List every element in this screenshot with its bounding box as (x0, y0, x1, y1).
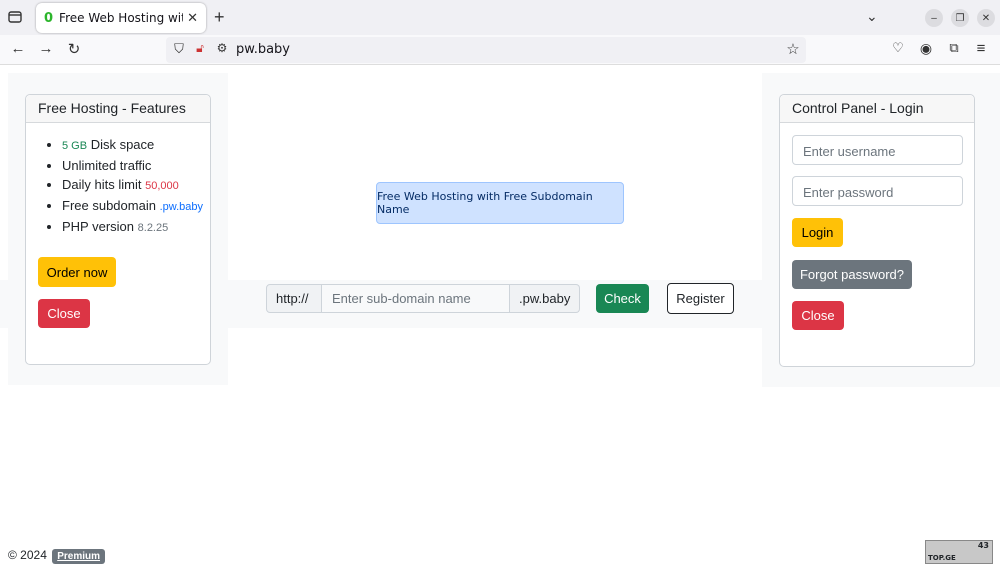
features-close-button[interactable]: Close (38, 299, 90, 328)
forgot-password-button[interactable]: Forgot password? (792, 260, 912, 289)
pocket-icon[interactable]: ♡ (889, 40, 907, 56)
feature-disk: 5 GB Disk space (62, 135, 210, 156)
shield-icon[interactable]: ⛉ (170, 41, 188, 57)
features-list: 5 GB Disk space Unlimited traffic Daily … (26, 135, 210, 238)
back-icon[interactable]: ← (9, 40, 27, 57)
domain-suffix: .pw.baby (510, 284, 580, 313)
tab-list-icon[interactable] (6, 8, 24, 26)
menu-icon[interactable]: ≡ (972, 40, 990, 57)
disk-value: 5 GB (62, 140, 88, 152)
url-text[interactable]: pw.baby (236, 42, 290, 57)
nav-bar: ← → ↻ ⛉ 🔓︎ ⚙ pw.baby ☆ ♡ ◉ ⧉ ≡ (0, 35, 1000, 65)
php-value: 8.2.25 (137, 222, 169, 234)
php-label: PHP version (62, 219, 138, 234)
counter-number: 43 (977, 541, 989, 550)
close-tab-icon[interactable]: ✕ (187, 11, 198, 26)
check-button[interactable]: Check (596, 284, 649, 313)
login-card: Control Panel - Login Enter username Ent… (779, 94, 975, 367)
reload-icon[interactable]: ↻ (65, 40, 83, 58)
close-window-icon[interactable]: ✕ (977, 9, 995, 27)
hits-value: 50,000 (145, 180, 179, 192)
forward-icon[interactable]: → (37, 40, 55, 57)
copyright-text: © 2024 (8, 548, 47, 562)
permissions-icon[interactable]: ⚙ (213, 41, 231, 55)
feature-php: PHP version 8.2.25 (62, 217, 210, 238)
account-icon[interactable]: ◉ (917, 40, 935, 57)
minimize-icon[interactable]: – (925, 9, 943, 27)
disk-label: Disk space (87, 137, 155, 152)
topge-counter[interactable]: 43 TOP.GE (925, 540, 993, 564)
url-bar[interactable]: ⛉ 🔓︎ ⚙ pw.baby ☆ (166, 37, 806, 63)
page-content: Free Hosting - Features 5 GB Disk space … (0, 66, 1000, 571)
browser-tab[interactable]: 0 Free Web Hosting with F ✕ (36, 3, 206, 33)
http-prefix: http:// (266, 284, 322, 313)
login-close-button[interactable]: Close (792, 301, 844, 330)
subdomain-value: .pw.baby (159, 201, 203, 213)
new-tab-icon[interactable]: + (214, 7, 225, 28)
tab-title: Free Web Hosting with F (59, 11, 183, 25)
register-button[interactable]: Register (667, 283, 734, 314)
insecure-lock-icon[interactable]: 🔓︎ (191, 41, 209, 56)
password-input[interactable]: Enter password (792, 176, 963, 206)
tab-bar: 0 Free Web Hosting with F ✕ + ⌄ – ❐ ✕ (0, 0, 1000, 35)
feature-subdomain: Free subdomain .pw.baby (62, 196, 210, 217)
features-card-header: Free Hosting - Features (26, 95, 210, 123)
info-alert: Free Web Hosting with Free Subdomain Nam… (376, 182, 624, 224)
feature-traffic: Unlimited traffic (62, 156, 210, 175)
order-now-button[interactable]: Order now (38, 257, 116, 287)
premium-badge[interactable]: Premium (52, 549, 106, 564)
subdomain-input[interactable]: Enter sub-domain name (322, 284, 510, 313)
subdomain-label: Free subdomain (62, 198, 160, 213)
login-card-header: Control Panel - Login (780, 95, 974, 123)
feature-hits: Daily hits limit 50,000 (62, 175, 210, 196)
restore-icon[interactable]: ❐ (951, 9, 969, 27)
username-input[interactable]: Enter username (792, 135, 963, 165)
traffic-label: Unlimited traffic (62, 158, 152, 173)
counter-label: TOP.GE (928, 554, 956, 562)
footer: © 2024 Premium (8, 548, 106, 564)
subdomain-input-group: http:// Enter sub-domain name .pw.baby (266, 284, 580, 313)
site-favicon-icon: 0 (44, 10, 54, 26)
hits-label: Daily hits limit (62, 177, 146, 192)
features-card: Free Hosting - Features 5 GB Disk space … (25, 94, 211, 365)
bookmark-star-icon[interactable]: ☆ (784, 40, 802, 58)
chevron-down-icon[interactable]: ⌄ (866, 8, 878, 25)
extensions-icon[interactable]: ⧉ (945, 40, 963, 56)
login-button[interactable]: Login (792, 218, 843, 247)
